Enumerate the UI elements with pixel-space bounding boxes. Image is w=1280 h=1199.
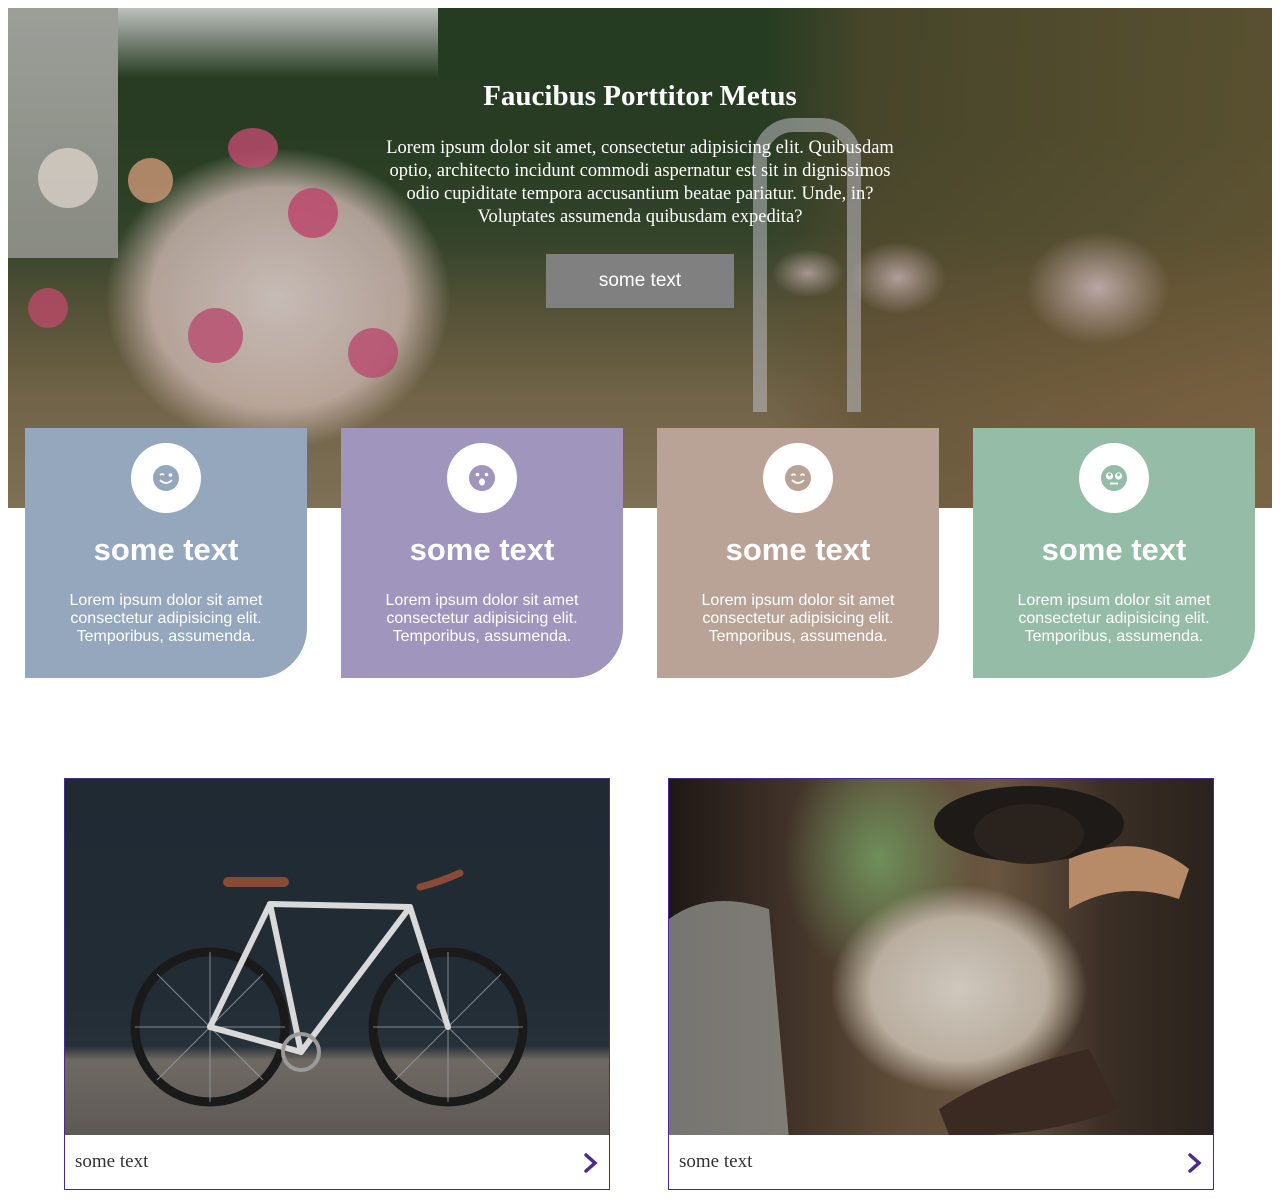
photo-card[interactable]: some text [668,778,1214,1190]
rolling-eyes-face-icon [1079,443,1149,513]
card-text: Lorem ipsum dolor sit amet consectetur a… [701,592,895,645]
card-title: some text [93,532,239,567]
card-text: Lorem ipsum dolor sit amet consectetur a… [69,592,263,645]
hero-text: Lorem ipsum dolor sit amet, consectetur … [386,138,894,227]
card-title: some text [409,532,555,567]
photo-card[interactable]: some text [64,778,610,1190]
man-in-car-photo [669,779,1213,1135]
feature-card: some text Lorem ipsum dolor sit amet con… [341,428,623,678]
feature-card: some text Lorem ipsum dolor sit amet con… [973,428,1255,678]
surprised-face-icon [447,443,517,513]
hero-title: Faucibus Porttitor Metus [483,80,797,112]
smile-face-icon [763,443,833,513]
photo-card-caption: some text [75,1151,149,1172]
card-text: Lorem ipsum dolor sit amet consectetur a… [385,592,579,645]
card-title: some text [1041,532,1187,567]
hero-button[interactable]: some text [546,254,734,308]
bicycle-photo [65,779,609,1135]
feature-card: some text Lorem ipsum dolor sit amet con… [25,428,307,678]
photo-card-caption: some text [679,1151,753,1172]
chevron-right-icon[interactable] [583,1153,599,1173]
card-title: some text [725,532,871,567]
wink-face-icon [131,443,201,513]
card-text: Lorem ipsum dolor sit amet consectetur a… [1017,592,1211,645]
feature-card: some text Lorem ipsum dolor sit amet con… [657,428,939,678]
chevron-right-icon[interactable] [1187,1153,1203,1173]
